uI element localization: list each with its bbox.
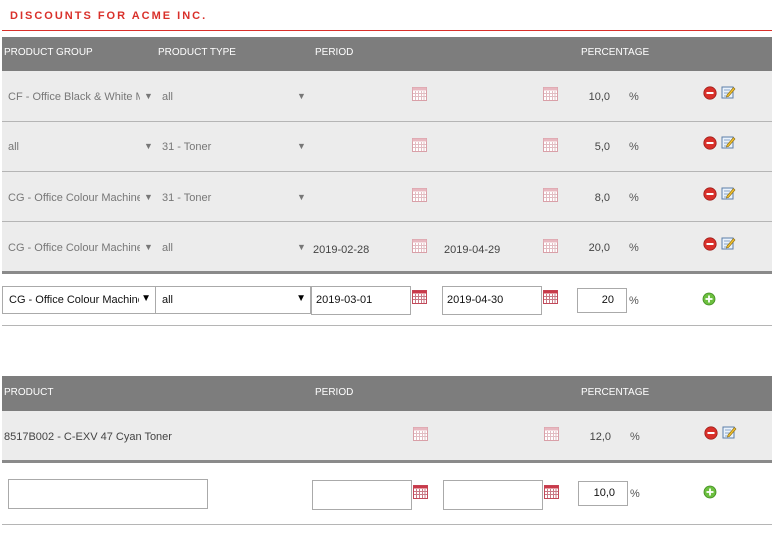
header-percentage: PERCENTAGE: [581, 47, 650, 58]
table-row: CF - Office Black & White M ▼ all ▼ 10,0…: [2, 71, 772, 122]
product-group-value[interactable]: CG - Office Colour Machines: [8, 192, 140, 204]
percent-sign: %: [630, 488, 640, 500]
calendar-icon[interactable]: [412, 87, 427, 101]
period-from-value: 2019-02-28: [313, 244, 370, 256]
page-title: DISCOUNTS FOR ACME INC.: [10, 10, 208, 22]
delete-icon[interactable]: [703, 136, 717, 150]
product-type-value[interactable]: 31 - Toner: [162, 192, 282, 204]
calendar-icon[interactable]: [412, 188, 427, 202]
table-row: all ▼ 31 - Toner ▼ 5,0 %: [2, 122, 772, 172]
add-icon[interactable]: [702, 292, 716, 306]
period-from-input[interactable]: [312, 480, 412, 510]
percentage-value: 8,0: [594, 192, 610, 204]
product-group-value[interactable]: all: [8, 141, 140, 153]
calendar-icon[interactable]: [412, 138, 427, 152]
title-divider: [2, 30, 772, 31]
period-to-value: 2019-04-29: [444, 244, 501, 256]
table-row: CG - Office Colour Machines ▼ all ▼ 2019…: [2, 222, 772, 274]
table-row: CG - Office Colour Machines ▼ 31 - Toner…: [2, 172, 772, 222]
calendar-icon[interactable]: [544, 485, 559, 499]
calendar-icon[interactable]: [412, 239, 427, 253]
product-type-value[interactable]: all: [162, 91, 282, 103]
group-table-header: PRODUCT GROUP PRODUCT TYPE PERIOD PERCEN…: [2, 37, 772, 71]
chevron-down-icon[interactable]: ▼: [144, 91, 153, 101]
chevron-down-icon[interactable]: ▼: [144, 242, 153, 252]
header-period: PERIOD: [315, 47, 354, 58]
calendar-icon[interactable]: [413, 427, 428, 441]
delete-icon[interactable]: [704, 426, 718, 440]
calendar-icon[interactable]: [544, 427, 559, 441]
delete-icon[interactable]: [703, 86, 717, 100]
delete-icon[interactable]: [703, 187, 717, 201]
percent-sign: %: [629, 91, 639, 103]
percentage-value: 10,0: [588, 91, 610, 103]
header-product-type: PRODUCT TYPE: [158, 47, 236, 58]
percent-sign: %: [630, 431, 640, 443]
edit-icon[interactable]: [721, 135, 736, 149]
calendar-icon[interactable]: [543, 239, 558, 253]
header-product-group: PRODUCT GROUP: [4, 47, 93, 58]
product-group-value[interactable]: CF - Office Black & White M: [8, 91, 140, 103]
new-product-discount-row: 10,0 %: [2, 463, 772, 525]
table-row: 8517B002 - C-EXV 47 Cyan Toner 12,0 %: [2, 411, 772, 463]
header-period: PERIOD: [315, 387, 354, 398]
chevron-down-icon[interactable]: ▼: [144, 141, 153, 151]
header-percentage: PERCENTAGE: [581, 387, 650, 398]
percentage-value: 5,0: [594, 141, 610, 153]
product-group-select-value: CG - Office Colour Machines: [9, 294, 150, 306]
product-type-select[interactable]: all ▼: [155, 286, 311, 314]
chevron-down-icon[interactable]: ▼: [297, 91, 306, 101]
percent-sign: %: [629, 295, 639, 307]
edit-icon[interactable]: [721, 236, 736, 250]
calendar-icon[interactable]: [543, 290, 558, 304]
chevron-down-icon[interactable]: ▼: [144, 192, 153, 202]
period-to-input[interactable]: 2019-04-30: [442, 286, 542, 315]
product-type-value[interactable]: all: [162, 242, 282, 254]
calendar-icon[interactable]: [543, 138, 558, 152]
percent-sign: %: [629, 141, 639, 153]
edit-icon[interactable]: [722, 425, 737, 439]
edit-icon[interactable]: [721, 186, 736, 200]
add-icon[interactable]: [703, 485, 717, 499]
delete-icon[interactable]: [703, 237, 717, 251]
product-input[interactable]: [8, 479, 208, 509]
percent-sign: %: [629, 242, 639, 254]
chevron-down-icon[interactable]: ▼: [297, 192, 306, 202]
chevron-down-icon: ▼: [139, 287, 151, 311]
product-group-value[interactable]: CG - Office Colour Machines: [8, 242, 140, 254]
calendar-icon[interactable]: [543, 87, 558, 101]
edit-icon[interactable]: [721, 85, 736, 99]
chevron-down-icon[interactable]: ▼: [297, 141, 306, 151]
product-type-value[interactable]: 31 - Toner: [162, 141, 282, 153]
product-table-header: PRODUCT PERIOD PERCENTAGE: [2, 376, 772, 411]
header-product: PRODUCT: [4, 387, 54, 398]
percent-sign: %: [629, 192, 639, 204]
new-group-discount-row: CG - Office Colour Machines ▼ all ▼ 2019…: [2, 274, 772, 326]
period-from-input[interactable]: 2019-03-01: [311, 286, 411, 315]
product-value: 8517B002 - C-EXV 47 Cyan Toner: [4, 431, 172, 443]
chevron-down-icon: ▼: [296, 293, 306, 304]
percentage-value: 12,0: [589, 431, 611, 443]
percentage-value: 20,0: [588, 242, 610, 254]
calendar-icon[interactable]: [413, 485, 428, 499]
calendar-icon[interactable]: [412, 290, 427, 304]
product-type-select-value: all: [162, 294, 174, 306]
chevron-down-icon[interactable]: ▼: [297, 242, 306, 252]
percentage-input[interactable]: 10,0: [578, 481, 628, 506]
period-to-input[interactable]: [443, 480, 543, 510]
calendar-icon[interactable]: [543, 188, 558, 202]
product-group-select[interactable]: CG - Office Colour Machines ▼: [2, 286, 156, 314]
percentage-input[interactable]: 20: [577, 288, 627, 313]
